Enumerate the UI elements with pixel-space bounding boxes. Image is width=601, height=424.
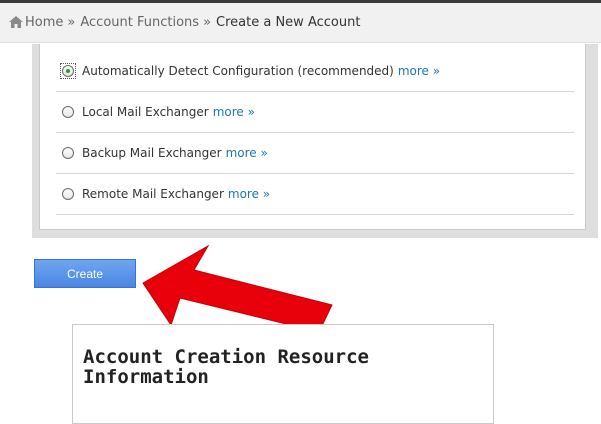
resource-info-box: Account Creation Resource Information: [72, 324, 494, 424]
resource-info-title: Account Creation Resource Information: [83, 346, 369, 388]
